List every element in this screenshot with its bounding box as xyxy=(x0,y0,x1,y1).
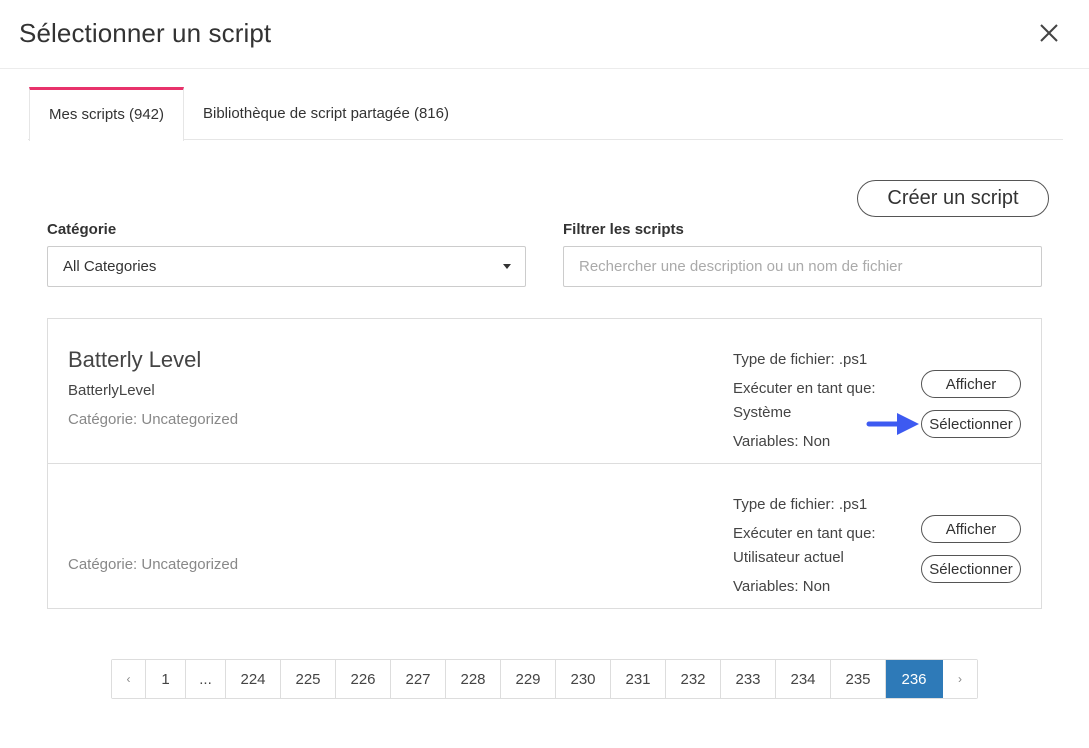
category-select[interactable]: All Categories xyxy=(47,246,526,287)
run-as-value: Système xyxy=(733,404,792,421)
dialog-title: Sélectionner un script xyxy=(19,18,272,48)
script-filename: BatterlyLevel xyxy=(68,382,155,399)
filter-label: Filtrer les scripts xyxy=(563,221,684,238)
pagination: ‹ 1 ... 224 225 226 227 228 229 230 231 … xyxy=(111,659,978,699)
category-select-value: All Categories xyxy=(63,258,157,275)
search-input[interactable] xyxy=(563,246,1042,287)
arrow-right-icon xyxy=(866,413,919,435)
create-script-button[interactable]: Créer un script xyxy=(857,180,1049,217)
list-item: Catégorie: Uncategorized Type de fichier… xyxy=(48,464,1041,609)
file-type: Type de fichier: .ps1 xyxy=(733,351,868,368)
variables-info: Variables: Non xyxy=(733,578,831,595)
chevron-down-icon xyxy=(503,264,511,269)
prev-page-button[interactable]: ‹ xyxy=(112,660,146,698)
page-button[interactable]: 228 xyxy=(446,660,501,698)
page-button[interactable]: 226 xyxy=(336,660,391,698)
page-first[interactable]: 1 xyxy=(146,660,186,698)
category-label: Catégorie xyxy=(47,221,117,238)
tab-my-scripts[interactable]: Mes scripts (942) xyxy=(29,87,184,141)
page-button[interactable]: 229 xyxy=(501,660,556,698)
page-button[interactable]: 227 xyxy=(391,660,446,698)
run-as-value: Utilisateur actuel xyxy=(733,549,844,566)
dialog-header: Sélectionner un script xyxy=(0,0,1089,69)
page-button[interactable]: 232 xyxy=(666,660,721,698)
page-button[interactable]: 225 xyxy=(281,660,336,698)
page-button[interactable]: 234 xyxy=(776,660,831,698)
view-button[interactable]: Afficher xyxy=(921,515,1021,543)
tab-bar: Mes scripts (942) Bibliothèque de script… xyxy=(28,87,1063,141)
script-category: Catégorie: Uncategorized xyxy=(68,556,239,573)
page-ellipsis: ... xyxy=(186,660,226,698)
page-button[interactable]: 230 xyxy=(556,660,611,698)
script-name: Batterly Level xyxy=(68,347,202,372)
next-page-button[interactable]: › xyxy=(943,660,977,698)
run-as-label: Exécuter en tant que: xyxy=(733,525,876,542)
script-list: Batterly Level BatterlyLevel Catégorie: … xyxy=(47,318,1042,609)
run-as-label: Exécuter en tant que: xyxy=(733,380,876,397)
view-button[interactable]: Afficher xyxy=(921,370,1021,398)
tab-shared-library[interactable]: Bibliothèque de script partagée (816) xyxy=(203,87,449,140)
variables-info: Variables: Non xyxy=(733,433,831,450)
close-icon[interactable] xyxy=(1037,21,1061,45)
select-button[interactable]: Sélectionner xyxy=(921,410,1021,438)
page-button[interactable]: 235 xyxy=(831,660,886,698)
page-button[interactable]: 233 xyxy=(721,660,776,698)
page-button[interactable]: 224 xyxy=(226,660,281,698)
page-button[interactable]: 231 xyxy=(611,660,666,698)
select-button[interactable]: Sélectionner xyxy=(921,555,1021,583)
script-category: Catégorie: Uncategorized xyxy=(68,411,239,428)
page-current[interactable]: 236 xyxy=(886,660,943,698)
file-type: Type de fichier: .ps1 xyxy=(733,496,868,513)
list-item: Batterly Level BatterlyLevel Catégorie: … xyxy=(48,319,1041,464)
